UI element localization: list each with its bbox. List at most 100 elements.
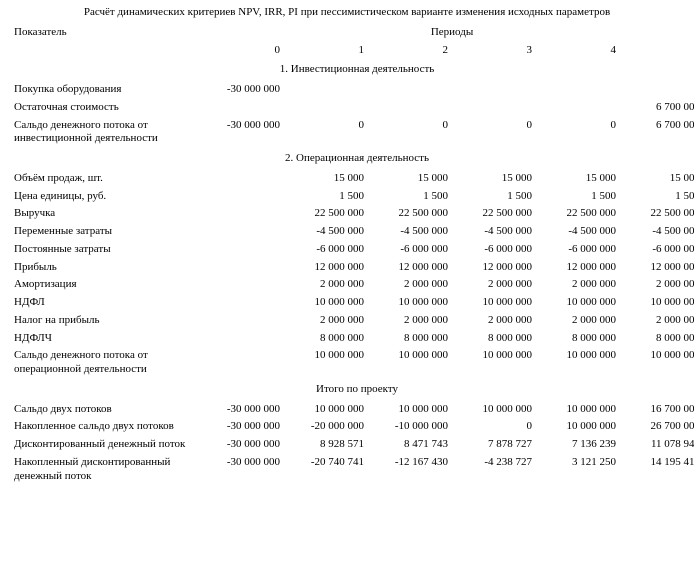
- cell-value: 10 000 000: [536, 347, 620, 379]
- cell-value: [200, 223, 284, 241]
- row-label: Покупка оборудования: [10, 81, 200, 99]
- cell-value: 0: [368, 117, 452, 149]
- cell-value: 12 000 000: [368, 259, 452, 277]
- table-row: Прибыль12 000 00012 000 00012 000 00012 …: [10, 259, 694, 277]
- cell-value: 8 000 000: [536, 330, 620, 348]
- cell-value: 1 500: [620, 188, 694, 206]
- period-3: 3: [452, 42, 536, 60]
- calc-table: Показатель Периоды 0 1 2 3 4 5 1. Инвест…: [10, 24, 694, 486]
- cell-value: -4 500 000: [452, 223, 536, 241]
- table-row: Выручка22 500 00022 500 00022 500 00022 …: [10, 205, 694, 223]
- cell-value: -30 000 000: [200, 401, 284, 419]
- cell-value: [200, 170, 284, 188]
- section-title-row: 1. Инвестиционная деятельность: [10, 59, 694, 81]
- cell-value: 14 195 418: [620, 454, 694, 486]
- table-row: НДФЛ10 000 00010 000 00010 000 00010 000…: [10, 294, 694, 312]
- cell-value: [284, 99, 368, 117]
- cell-value: 12 000 000: [620, 259, 694, 277]
- cell-value: [200, 99, 284, 117]
- cell-value: [200, 188, 284, 206]
- cell-value: 2 000 000: [620, 276, 694, 294]
- cell-value: 1 500: [284, 188, 368, 206]
- cell-value: 2 000 000: [620, 312, 694, 330]
- cell-value: [200, 276, 284, 294]
- cell-value: 2 000 000: [284, 276, 368, 294]
- row-label: НДФЛЧ: [10, 330, 200, 348]
- cell-value: -30 000 000: [200, 418, 284, 436]
- cell-value: 15 000: [452, 170, 536, 188]
- cell-value: 8 000 000: [368, 330, 452, 348]
- table-row: Налог на прибыль2 000 0002 000 0002 000 …: [10, 312, 694, 330]
- cell-value: [452, 99, 536, 117]
- cell-value: 8 000 000: [452, 330, 536, 348]
- cell-value: [200, 205, 284, 223]
- row-label: Прибыль: [10, 259, 200, 277]
- cell-value: 11 078 948: [620, 436, 694, 454]
- cell-value: -4 500 000: [620, 223, 694, 241]
- cell-value: -6 000 000: [284, 241, 368, 259]
- cell-value: 2 000 000: [536, 276, 620, 294]
- section-title: 2. Операционная деятельность: [10, 148, 694, 170]
- row-label: Сальдо денежного потока от операционной …: [10, 347, 200, 379]
- cell-value: 22 500 000: [536, 205, 620, 223]
- cell-value: 10 000 000: [284, 347, 368, 379]
- table-row: Покупка оборудования-30 000 000: [10, 81, 694, 99]
- cell-value: -12 167 430: [368, 454, 452, 486]
- cell-value: [368, 99, 452, 117]
- cell-value: 2 000 000: [284, 312, 368, 330]
- table-row: Сальдо денежного потока от инвестиционно…: [10, 117, 694, 149]
- cell-value: 7 136 239: [536, 436, 620, 454]
- period-0: 0: [200, 42, 284, 60]
- cell-value: -30 000 000: [200, 436, 284, 454]
- cell-value: 0: [452, 418, 536, 436]
- cell-value: 12 000 000: [284, 259, 368, 277]
- cell-value: 6 700 000: [620, 117, 694, 149]
- cell-value: [536, 99, 620, 117]
- section-title: 1. Инвестиционная деятельность: [10, 59, 694, 81]
- period-2: 2: [368, 42, 452, 60]
- cell-value: 2 000 000: [452, 276, 536, 294]
- cell-value: 8 928 571: [284, 436, 368, 454]
- cell-value: -4 500 000: [536, 223, 620, 241]
- table-row: Сальдо денежного потока от операционной …: [10, 347, 694, 379]
- cell-value: -4 238 727: [452, 454, 536, 486]
- header-row-1: Показатель Периоды: [10, 24, 694, 42]
- cell-value: 22 500 000: [452, 205, 536, 223]
- cell-value: 22 500 000: [368, 205, 452, 223]
- cell-value: 6 700 000: [620, 99, 694, 117]
- cell-value: [200, 241, 284, 259]
- cell-value: 12 000 000: [536, 259, 620, 277]
- row-label: Сальдо двух потоков: [10, 401, 200, 419]
- cell-value: -6 000 000: [452, 241, 536, 259]
- row-label: Накопленный дисконтированный денежный по…: [10, 454, 200, 486]
- cell-value: 0: [452, 117, 536, 149]
- cell-value: 10 000 000: [536, 294, 620, 312]
- table-row: Постоянные затраты-6 000 000-6 000 000-6…: [10, 241, 694, 259]
- page-title: Расчёт динамических критериев NPV, IRR, …: [10, 6, 684, 20]
- period-1: 1: [284, 42, 368, 60]
- row-label: Выручка: [10, 205, 200, 223]
- cell-value: 0: [284, 117, 368, 149]
- cell-value: 22 500 000: [284, 205, 368, 223]
- table-row: Сальдо двух потоков-30 000 00010 000 000…: [10, 401, 694, 419]
- row-label: Остаточная стоимость: [10, 99, 200, 117]
- cell-value: -30 000 000: [200, 117, 284, 149]
- header-label: Показатель: [10, 24, 200, 60]
- row-label: Переменные затраты: [10, 223, 200, 241]
- cell-value: [200, 259, 284, 277]
- cell-value: 10 000 000: [536, 401, 620, 419]
- cell-value: -6 000 000: [620, 241, 694, 259]
- cell-value: 10 000 000: [452, 401, 536, 419]
- table-row: Накопленный дисконтированный денежный по…: [10, 454, 694, 486]
- cell-value: -20 740 741: [284, 454, 368, 486]
- cell-value: -6 000 000: [536, 241, 620, 259]
- cell-value: [200, 330, 284, 348]
- cell-value: 8 000 000: [620, 330, 694, 348]
- cell-value: 10 000 000: [284, 401, 368, 419]
- cell-value: 8 000 000: [284, 330, 368, 348]
- cell-value: 10 000 000: [368, 294, 452, 312]
- table-row: НДФЛЧ8 000 0008 000 0008 000 0008 000 00…: [10, 330, 694, 348]
- row-label: Постоянные затраты: [10, 241, 200, 259]
- cell-value: 1 500: [536, 188, 620, 206]
- cell-value: 1 500: [368, 188, 452, 206]
